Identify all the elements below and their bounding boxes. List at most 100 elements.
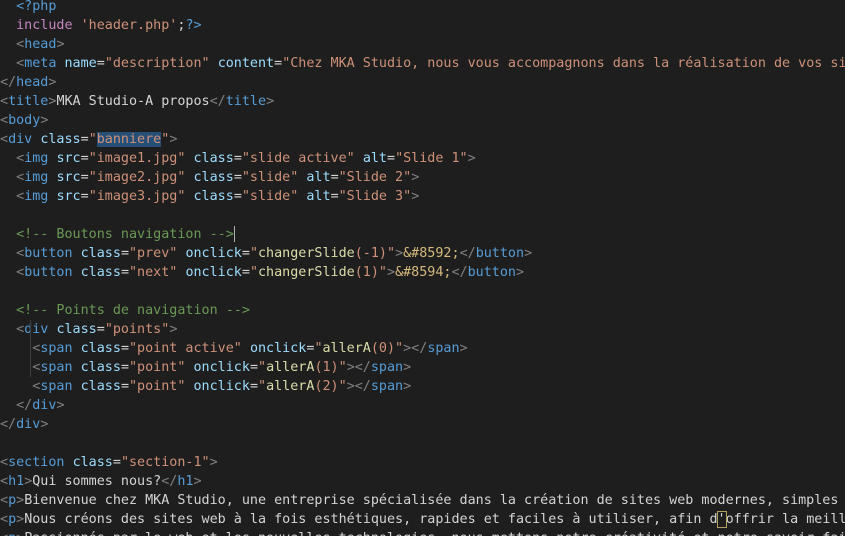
code-token: src xyxy=(56,170,81,185)
code-token: > xyxy=(387,265,396,280)
code-line[interactable]: </div> xyxy=(0,396,845,415)
code-token: "slide" xyxy=(241,189,299,204)
code-token: " xyxy=(258,360,267,375)
code-line[interactable] xyxy=(0,282,845,301)
code-whitespace: = xyxy=(120,265,129,280)
code-token: content xyxy=(217,56,275,71)
code-token: (2)" xyxy=(314,379,347,394)
code-whitespace: = xyxy=(330,189,339,204)
code-line[interactable]: <title>MKA Studio-A propos</title> xyxy=(0,92,845,111)
code-token: "points" xyxy=(104,322,170,337)
code-line[interactable]: <img src="image2.jpg" class="slide" alt=… xyxy=(0,168,845,187)
code-token: > xyxy=(516,265,525,280)
code-token: allerA xyxy=(322,341,371,356)
code-whitespace: = xyxy=(80,189,89,204)
code-token: button xyxy=(24,246,73,261)
code-token: changerSlide xyxy=(258,246,355,261)
code-token: Nous créons des sites web à la fois esth… xyxy=(24,512,718,527)
code-token: &#8594; xyxy=(395,265,452,280)
code-token: onclick xyxy=(249,341,307,356)
code-token: class xyxy=(56,322,97,337)
code-line[interactable] xyxy=(0,206,845,225)
code-token: span xyxy=(40,360,73,375)
code-token: < xyxy=(16,151,25,166)
code-line[interactable]: <p>Passionnés par le web et les nouvelle… xyxy=(0,529,845,536)
code-line[interactable]: include 'header.php';?> xyxy=(0,16,845,35)
code-line[interactable]: <body> xyxy=(0,111,845,130)
code-token: &#8592; xyxy=(403,246,460,261)
code-token: span xyxy=(40,341,73,356)
indent-guide xyxy=(30,358,31,377)
code-token: Passionnés par le web et les nouvelles t… xyxy=(24,531,845,536)
code-line[interactable]: <img src="image3.jpg" class="slide" alt=… xyxy=(0,187,845,206)
code-token: </ xyxy=(0,417,17,432)
code-token: < xyxy=(16,265,25,280)
code-token: > xyxy=(16,512,25,527)
code-line[interactable]: <button class="prev" onclick="changerSli… xyxy=(0,244,845,263)
code-token: > xyxy=(40,113,49,128)
code-line[interactable]: <div class="points"> xyxy=(0,320,845,339)
code-token: "slide" xyxy=(241,170,299,185)
code-line[interactable] xyxy=(0,434,845,453)
code-token: allerA xyxy=(266,379,315,394)
code-line[interactable]: <section class="section-1"> xyxy=(0,453,845,472)
code-token: "point" xyxy=(129,360,186,375)
code-token: img xyxy=(24,151,49,166)
code-token: alt xyxy=(306,170,331,185)
code-token: ></ xyxy=(403,341,428,356)
code-line[interactable]: <?php xyxy=(0,0,845,16)
code-token: div xyxy=(16,417,41,432)
code-whitespace: = xyxy=(241,246,250,261)
code-token: < xyxy=(0,493,9,508)
code-token: </ xyxy=(0,75,17,90)
code-token: "Slide 1" xyxy=(395,151,468,166)
code-line[interactable]: </head> xyxy=(0,73,845,92)
code-token: button xyxy=(24,265,73,280)
code-line[interactable]: <div class="banniere"> xyxy=(0,130,845,149)
code-line[interactable]: <p>Nous créons des sites web à la fois e… xyxy=(0,510,845,529)
code-token: ?> xyxy=(185,18,202,33)
code-token: head xyxy=(24,37,57,52)
code-token: alt xyxy=(306,189,331,204)
code-token: "Slide 2" xyxy=(338,170,412,185)
code-whitespace: = xyxy=(330,170,339,185)
code-token: < xyxy=(16,56,25,71)
text-cursor xyxy=(233,226,235,242)
code-whitespace: = xyxy=(249,379,258,394)
code-token: 'header.php' xyxy=(80,18,178,33)
code-token: offrir la meilleure e xyxy=(725,512,845,527)
code-line[interactable]: <img src="image1.jpg" class="slide activ… xyxy=(0,149,845,168)
code-line[interactable]: <h1>Qui sommes nous?</h1> xyxy=(0,472,845,491)
code-whitespace: = xyxy=(120,379,129,394)
code-token: " xyxy=(88,132,97,147)
code-token: Qui sommes nous? xyxy=(32,474,162,489)
code-token: > xyxy=(209,455,218,470)
code-token: p xyxy=(8,531,16,536)
code-line[interactable]: <!-- Boutons navigation --> xyxy=(0,225,845,244)
code-line[interactable]: <!-- Points de navigation --> xyxy=(0,301,845,320)
code-line[interactable]: <meta name="description" content="Chez M… xyxy=(0,54,845,73)
code-token: < xyxy=(0,132,9,147)
code-token: < xyxy=(16,246,25,261)
code-token: (1)" xyxy=(354,265,387,280)
code-line[interactable]: <head> xyxy=(0,35,845,54)
code-line[interactable]: <p>Bienvenue chez MKA Studio, une entrep… xyxy=(0,491,845,510)
code-editor[interactable]: <?php include 'header.php';?> <head> <me… xyxy=(0,0,845,536)
code-line[interactable]: <span class="point" onclick="allerA(1)">… xyxy=(0,358,845,377)
code-line[interactable]: <button class="next" onclick="changerSli… xyxy=(0,263,845,282)
code-token: span xyxy=(370,360,404,375)
code-token: ></ xyxy=(346,360,371,375)
code-token: class xyxy=(193,170,234,185)
code-line[interactable]: <span class="point active" onclick="alle… xyxy=(0,339,845,358)
code-line[interactable]: <span class="point" onclick="allerA(2)">… xyxy=(0,377,845,396)
code-line[interactable]: </div> xyxy=(0,415,845,434)
